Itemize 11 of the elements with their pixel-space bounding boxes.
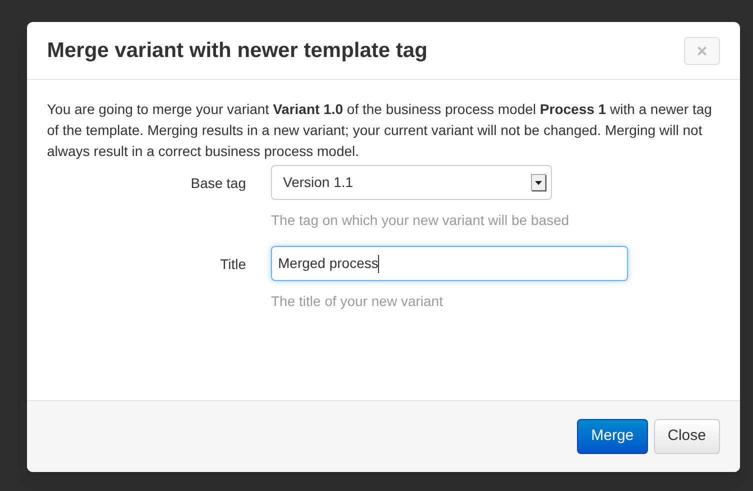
field-label: Base tag <box>190 174 246 193</box>
select-field[interactable]: Version 1.1 <box>271 165 552 200</box>
field-label: Title <box>220 255 246 274</box>
dropdown-arrow-icon <box>531 174 547 192</box>
merge-button[interactable]: Merge <box>577 419 648 454</box>
help-text: The title of your new variant <box>271 292 444 311</box>
title-input[interactable]: Merged process <box>271 246 628 281</box>
close-dialog-button[interactable]: Close <box>654 419 720 454</box>
dialog-title: Merge variant with newer template tag <box>47 38 428 64</box>
intro-text: You are going to merge your variant Variant 1.0 of the business process model Process 1 with a newer tag of the template. Merging results in a new variant; your current variant will not be changed. Merging will not always result in a correct business process model. <box>47 100 713 161</box>
help-text: The tag on which your new variant will be based <box>271 211 570 230</box>
